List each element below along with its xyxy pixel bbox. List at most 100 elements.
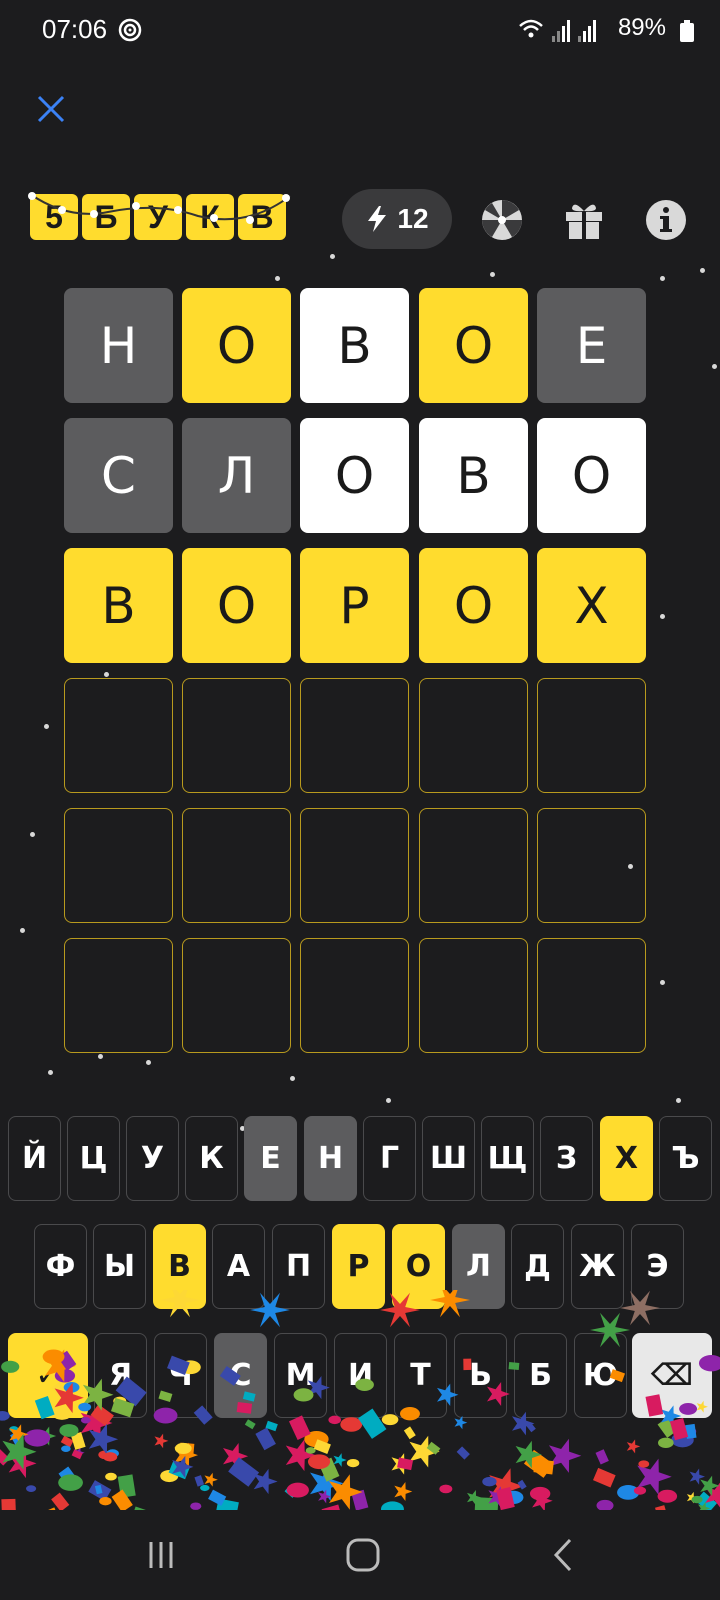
- key-К[interactable]: К: [185, 1116, 238, 1201]
- enter-key[interactable]: ✓: [8, 1333, 88, 1418]
- key-С[interactable]: С: [214, 1333, 267, 1418]
- key-Я[interactable]: Я: [94, 1333, 147, 1418]
- key-Ц[interactable]: Ц: [67, 1116, 120, 1201]
- board-tile: Р: [300, 548, 409, 663]
- key-Л[interactable]: Л: [452, 1224, 505, 1309]
- confetti-piece: [105, 1472, 117, 1481]
- key-А[interactable]: А: [212, 1224, 265, 1309]
- confetti-piece: [698, 1502, 711, 1510]
- snow-dot: [660, 980, 665, 985]
- game-logo: 5 Б У К В: [28, 190, 292, 244]
- status-bar: 07:06 89%: [0, 0, 720, 60]
- key-Ч[interactable]: Ч: [154, 1333, 207, 1418]
- target-icon: [118, 18, 142, 42]
- key-О[interactable]: О: [392, 1224, 445, 1309]
- snow-dot: [44, 724, 49, 729]
- confetti-piece: [286, 1482, 309, 1498]
- key-М[interactable]: М: [274, 1333, 327, 1418]
- confetti-piece: [208, 1489, 227, 1506]
- confetti-piece: [700, 1475, 720, 1496]
- key-П[interactable]: П: [272, 1224, 325, 1309]
- confetti-piece: [523, 1449, 554, 1478]
- board-tile: О: [182, 548, 291, 663]
- confetti-piece: [503, 1490, 524, 1504]
- board-tile: В: [64, 548, 173, 663]
- status-time: 07:06: [42, 14, 108, 44]
- back-icon[interactable]: [540, 1532, 590, 1578]
- battery-icon: [680, 20, 694, 42]
- logo-letter: У: [134, 194, 182, 240]
- confetti-piece: [691, 1495, 703, 1504]
- key-Ж[interactable]: Ж: [571, 1224, 624, 1309]
- key-Ю[interactable]: Ю: [574, 1333, 627, 1418]
- info-icon[interactable]: [644, 198, 688, 242]
- confetti-piece: [174, 1442, 192, 1455]
- confetti-piece: [626, 1439, 641, 1454]
- confetti-piece: [190, 1502, 202, 1510]
- confetti-piece: [0, 1449, 10, 1466]
- board-tile: [300, 678, 409, 793]
- home-icon[interactable]: [338, 1532, 388, 1578]
- confetti-piece: [488, 1486, 509, 1508]
- confetti-piece: [288, 1415, 311, 1440]
- confetti-piece: [313, 1439, 331, 1454]
- backspace-key[interactable]: ⌫: [632, 1333, 712, 1418]
- confetti-piece: [474, 1497, 499, 1510]
- key-В[interactable]: В: [153, 1224, 206, 1309]
- confetti-piece: [253, 1468, 278, 1495]
- key-Г[interactable]: Г: [363, 1116, 416, 1201]
- confetti-piece: [172, 1455, 194, 1479]
- close-icon[interactable]: [34, 92, 68, 126]
- key-Т[interactable]: Т: [394, 1333, 447, 1418]
- key-Ь[interactable]: Ь: [454, 1333, 507, 1418]
- confetti-piece: [329, 1474, 363, 1510]
- confetti-piece: [305, 1447, 316, 1454]
- confetti-piece: [58, 1474, 83, 1491]
- confetti-piece: [310, 1465, 344, 1502]
- confetti-piece: [228, 1457, 260, 1487]
- key-Е[interactable]: Е: [244, 1116, 297, 1201]
- lightning-icon: [368, 206, 387, 232]
- board-tile: [419, 678, 528, 793]
- confetti-piece: [686, 1491, 698, 1504]
- wheel-icon[interactable]: [480, 198, 524, 242]
- confetti-piece: [496, 1486, 515, 1510]
- confetti-piece: [10, 1431, 24, 1446]
- confetti-piece: [117, 1474, 136, 1498]
- confetti-piece: [695, 1491, 718, 1510]
- board-tile: [300, 808, 409, 923]
- gift-icon[interactable]: [562, 198, 606, 242]
- key-Ъ[interactable]: Ъ: [659, 1116, 712, 1201]
- confetti-piece: [595, 1449, 609, 1465]
- hints-button[interactable]: 12: [342, 189, 452, 249]
- key-И[interactable]: И: [334, 1333, 387, 1418]
- key-Б[interactable]: Б: [514, 1333, 567, 1418]
- confetti-piece: [489, 1468, 524, 1505]
- key-Й[interactable]: Й: [8, 1116, 61, 1201]
- hints-count: 12: [397, 203, 429, 234]
- recent-apps-icon[interactable]: [136, 1532, 186, 1578]
- snow-dot: [104, 672, 109, 677]
- key-Ы[interactable]: Ы: [93, 1224, 146, 1309]
- key-З[interactable]: З: [540, 1116, 593, 1201]
- key-Ш[interactable]: Ш: [422, 1116, 475, 1201]
- key-Э[interactable]: Э: [631, 1224, 684, 1309]
- key-Р[interactable]: Р: [332, 1224, 385, 1309]
- confetti-piece: [204, 1472, 218, 1487]
- key-Ф[interactable]: Ф: [34, 1224, 87, 1309]
- confetti-piece: [106, 1449, 119, 1458]
- key-Щ[interactable]: Щ: [481, 1116, 534, 1201]
- board-tile: [537, 938, 646, 1053]
- key-Д[interactable]: Д: [511, 1224, 564, 1309]
- confetti-piece: [517, 1479, 527, 1490]
- confetti-piece: [391, 1453, 412, 1475]
- confetti-piece: [318, 1457, 340, 1482]
- confetti-piece: [61, 1445, 71, 1452]
- confetti-piece: [9, 1424, 29, 1445]
- key-У[interactable]: У: [126, 1116, 179, 1201]
- board-tile: Х: [537, 548, 646, 663]
- key-Н[interactable]: Н: [304, 1116, 357, 1201]
- confetti-piece: [58, 1466, 79, 1488]
- key-Х[interactable]: Х: [600, 1116, 653, 1201]
- confetti-piece: [638, 1460, 650, 1468]
